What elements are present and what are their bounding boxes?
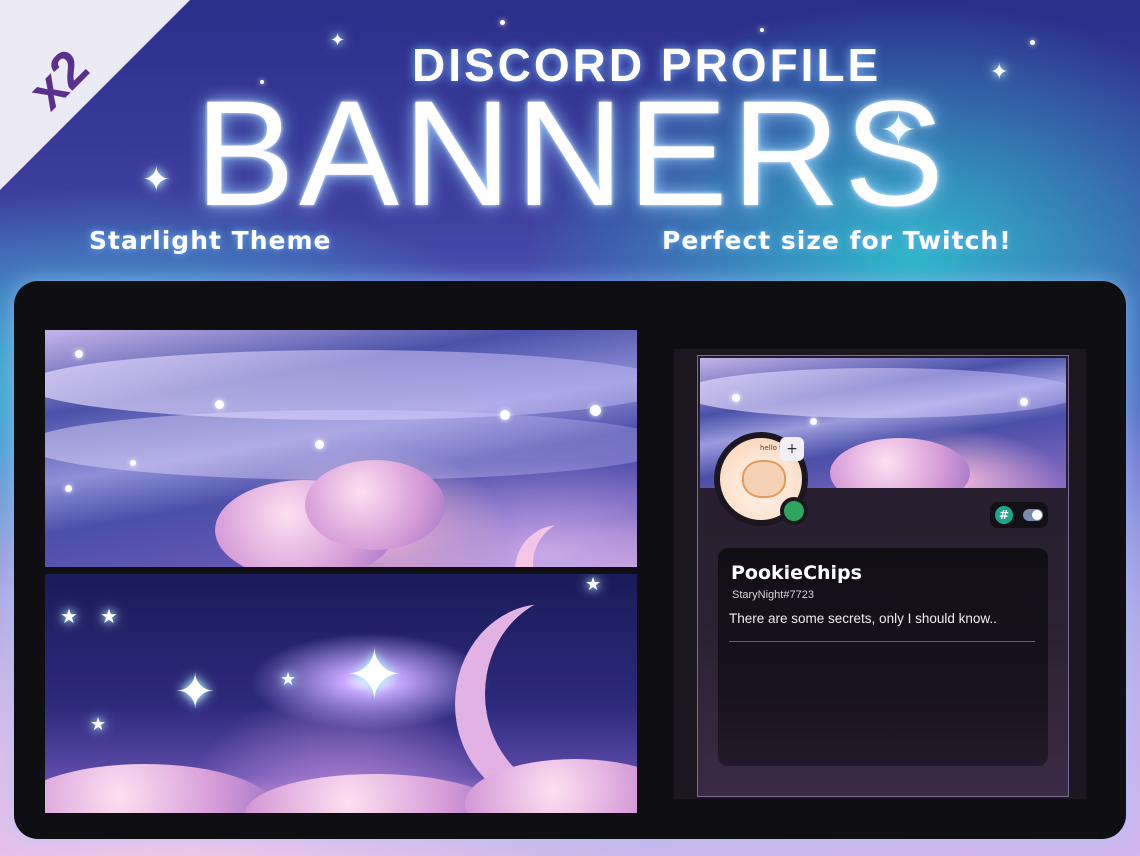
cloud [45, 764, 275, 813]
header-title: BANNERS [195, 69, 949, 237]
user-tag: StaryNight#7723 [732, 589, 814, 601]
sparkle-icon: ✦ [175, 664, 216, 720]
toggle-icon [1023, 509, 1043, 521]
cloud [830, 438, 970, 488]
star-dot [315, 440, 324, 449]
sparkle-icon: ★ [60, 604, 78, 628]
banner-preview-bottom: ✦ ✦ ★ ★ ★ ★ ★ [45, 574, 637, 813]
star-dot [760, 28, 764, 32]
cloud [305, 460, 445, 550]
online-status-icon [780, 497, 808, 525]
star-dot [130, 460, 136, 466]
divider [729, 641, 1035, 642]
sparkle-icon: ✦ [345, 634, 404, 716]
corner-ribbon [0, 0, 190, 190]
profile-badges: # [990, 502, 1048, 528]
moon-icon [515, 525, 605, 567]
add-image-icon[interactable]: + [780, 437, 804, 461]
username: PookieChips [731, 562, 862, 584]
hashtag-icon: # [995, 506, 1013, 524]
star-dot [215, 400, 224, 409]
star-dot [732, 394, 740, 402]
star-dot [1020, 398, 1028, 406]
banner-preview-top [45, 330, 637, 567]
star-dot [500, 20, 505, 25]
star-dot [75, 350, 83, 358]
star-dot [810, 418, 817, 425]
cat-avatar-icon [742, 460, 786, 498]
star-dot [1030, 40, 1035, 45]
sparkle-icon: ★ [280, 669, 297, 690]
sparkle-icon: ✦ [990, 60, 1009, 85]
star-dot [500, 410, 510, 420]
sparkle-icon: ★ [90, 714, 107, 735]
size-label: Perfect size for Twitch! [662, 226, 1012, 255]
sparkle-icon: ★ [100, 604, 118, 628]
star-dot [65, 485, 72, 492]
theme-label: Starlight Theme [89, 226, 332, 255]
sparkle-icon: ✦ [330, 30, 346, 51]
about-me-text: There are some secrets, only I should kn… [729, 611, 997, 626]
milky-way-wave [700, 368, 1066, 418]
star-dot [590, 405, 601, 416]
sparkle-icon: ★ [585, 574, 602, 595]
